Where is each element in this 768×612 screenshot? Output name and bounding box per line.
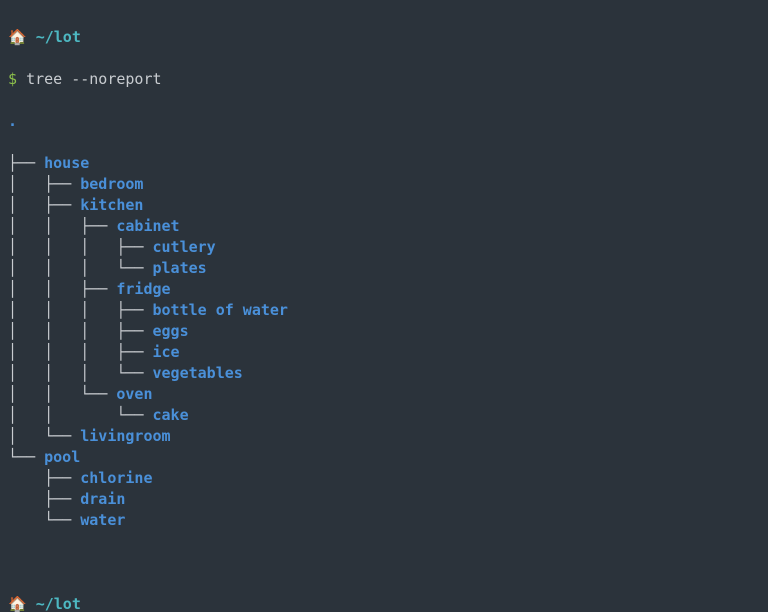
tree-entry: eggs xyxy=(153,322,189,340)
tree-branch: ├── xyxy=(8,490,80,508)
tree-branch: │ │ └── xyxy=(8,406,153,424)
tree-branch: │ │ │ ├── xyxy=(8,301,153,319)
tree-branch: │ │ │ └── xyxy=(8,259,153,277)
tree-entry: vegetables xyxy=(153,364,243,382)
tree-line: │ ├── kitchen xyxy=(8,195,760,216)
tree-entry: cake xyxy=(153,406,189,424)
tree-line: └── water xyxy=(8,510,760,531)
blank-line xyxy=(8,552,760,573)
tree-entry: bottle of water xyxy=(153,301,288,319)
terminal[interactable]: 🏠 ~/lot $ tree --noreport . ├── house│ ├… xyxy=(0,0,768,612)
tree-entry: water xyxy=(80,511,125,529)
tree-branch: │ └── xyxy=(8,427,80,445)
tree-entry: cabinet xyxy=(116,217,179,235)
tree-line: │ │ │ ├── cutlery xyxy=(8,237,760,258)
tree-line: │ │ ├── fridge xyxy=(8,279,760,300)
tree-branch: │ │ │ ├── xyxy=(8,343,153,361)
tree-entry: pool xyxy=(44,448,80,466)
tree-line: ├── drain xyxy=(8,489,760,510)
tree-entry: cutlery xyxy=(153,238,216,256)
tree-entry: kitchen xyxy=(80,196,143,214)
tree-line: │ ├── bedroom xyxy=(8,174,760,195)
prompt-path: ~/lot xyxy=(36,595,81,612)
tree-entry: ice xyxy=(153,343,180,361)
prompt-path: ~/lot xyxy=(36,28,81,46)
command-text: tree --noreport xyxy=(26,70,161,88)
tree-line: │ │ │ ├── bottle of water xyxy=(8,300,760,321)
tree-branch: └── xyxy=(8,511,80,529)
home-icon: 🏠 xyxy=(8,27,27,48)
tree-branch: │ │ └── xyxy=(8,385,116,403)
tree-line: │ │ ├── cabinet xyxy=(8,216,760,237)
command-line-1: $ tree --noreport xyxy=(8,69,760,90)
tree-branch: │ │ ├── xyxy=(8,280,116,298)
tree-branch: │ │ │ └── xyxy=(8,364,153,382)
tree-branch: │ │ │ ├── xyxy=(8,322,153,340)
tree-line: ├── chlorine xyxy=(8,468,760,489)
tree-branch: │ ├── xyxy=(8,175,80,193)
tree-entry: house xyxy=(44,154,89,172)
tree-branch: │ ├── xyxy=(8,196,80,214)
tree-branch: ├── xyxy=(8,469,80,487)
tree-entry: plates xyxy=(153,259,207,277)
tree-line: │ │ └── cake xyxy=(8,405,760,426)
tree-line: │ │ │ └── plates xyxy=(8,258,760,279)
tree-branch: │ │ │ ├── xyxy=(8,238,153,256)
tree-line: │ │ └── oven xyxy=(8,384,760,405)
tree-line: └── pool xyxy=(8,447,760,468)
tree-branch: ├── xyxy=(8,154,44,172)
prompt-line-1: 🏠 ~/lot xyxy=(8,27,760,48)
tree-entry: livingroom xyxy=(80,427,170,445)
tree-line: │ │ │ └── vegetables xyxy=(8,363,760,384)
tree-line: ├── house xyxy=(8,153,760,174)
tree-line: │ │ │ ├── eggs xyxy=(8,321,760,342)
prompt-symbol: $ xyxy=(8,70,17,88)
tree-entry: chlorine xyxy=(80,469,152,487)
home-icon: 🏠 xyxy=(8,594,27,612)
tree-branch: │ │ ├── xyxy=(8,217,116,235)
tree-entry: drain xyxy=(80,490,125,508)
tree-root: . xyxy=(8,111,760,132)
tree-branch: └── xyxy=(8,448,44,466)
tree-entry: bedroom xyxy=(80,175,143,193)
tree-entry: oven xyxy=(116,385,152,403)
tree-entry: fridge xyxy=(116,280,170,298)
tree-output: ├── house│ ├── bedroom│ ├── kitchen│ │ ├… xyxy=(8,153,760,531)
prompt-line-2: 🏠 ~/lot xyxy=(8,594,760,612)
tree-line: │ └── livingroom xyxy=(8,426,760,447)
tree-line: │ │ │ ├── ice xyxy=(8,342,760,363)
